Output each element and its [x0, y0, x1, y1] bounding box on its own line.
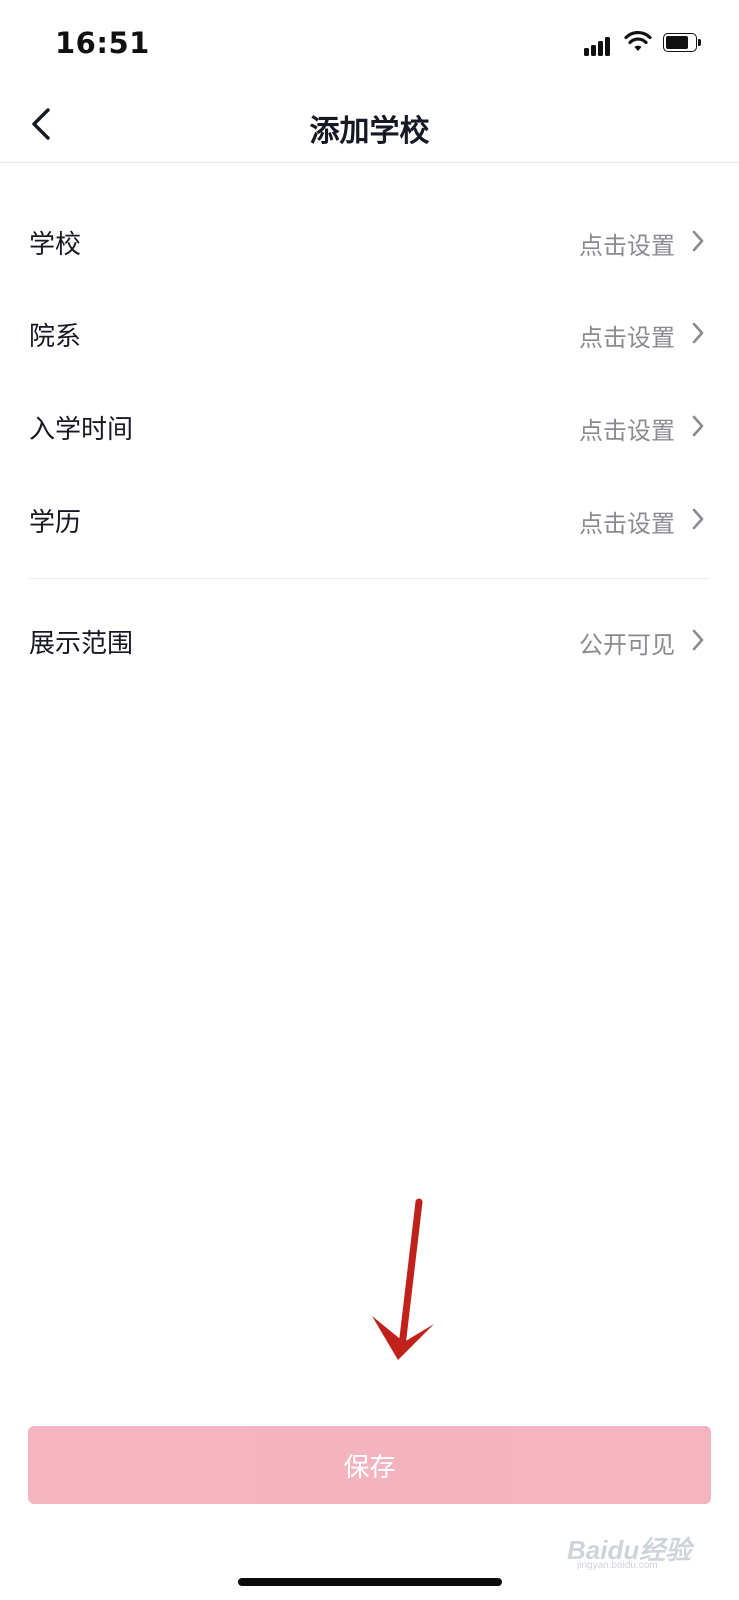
row-value: 点击设置 — [579, 232, 675, 260]
save-button[interactable]: 保存 — [28, 1426, 711, 1504]
row-value: 点击设置 — [579, 510, 675, 538]
home-indicator[interactable] — [238, 1578, 502, 1586]
row-label: 学历 — [29, 508, 82, 538]
cellular-signal-icon — [584, 34, 616, 56]
row-label: 展示范围 — [29, 629, 134, 659]
chevron-right-icon — [692, 322, 704, 344]
department-row[interactable]: 院系 点击设置 — [0, 288, 739, 378]
status-time: 16:51 — [55, 26, 150, 60]
row-value: 点击设置 — [579, 417, 675, 445]
row-label: 院系 — [29, 322, 82, 352]
battery-icon — [663, 33, 703, 54]
watermark-sub: jingyan.baidu.com — [577, 1560, 658, 1571]
nav-bar: 添加学校 — [0, 88, 739, 163]
row-label: 入学时间 — [29, 415, 134, 445]
row-label: 学校 — [29, 230, 82, 260]
education-row[interactable]: 学历 点击设置 — [0, 474, 739, 564]
chevron-right-icon — [692, 508, 704, 530]
annotation-arrow-icon — [372, 1198, 434, 1360]
enrollment-time-row[interactable]: 入学时间 点击设置 — [0, 381, 739, 471]
page-title: 添加学校 — [309, 114, 430, 149]
chevron-right-icon — [692, 230, 704, 252]
visibility-row[interactable]: 展示范围 公开可见 — [0, 595, 739, 685]
chevron-right-icon — [692, 629, 704, 651]
baidu-watermark-logo: Baidu经验 jingyan.baidu.com — [567, 1530, 707, 1571]
chevron-right-icon — [692, 415, 704, 437]
status-bar: 16:51 — [0, 0, 739, 88]
section-divider — [29, 578, 710, 579]
row-value: 公开可见 — [579, 631, 675, 659]
row-value: 点击设置 — [579, 324, 675, 352]
wifi-icon — [624, 30, 652, 51]
school-row[interactable]: 学校 点击设置 — [0, 196, 739, 286]
